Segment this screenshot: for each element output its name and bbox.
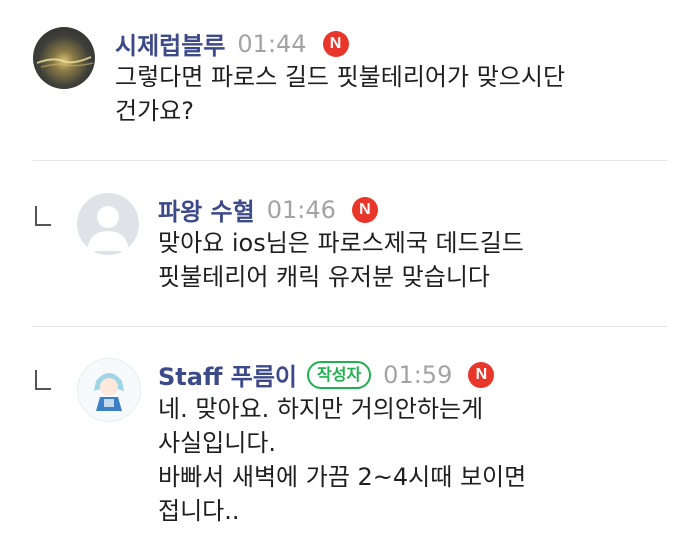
avatar[interactable]	[33, 27, 95, 89]
author-name[interactable]: 시제럽블루	[115, 26, 225, 61]
new-badge: N	[468, 361, 495, 388]
character-avatar-image	[94, 373, 124, 411]
comment-time: 01:46	[266, 195, 336, 224]
default-avatar-icon	[87, 206, 129, 251]
new-badge: N	[322, 30, 349, 57]
new-badge: N	[351, 196, 378, 223]
author-name[interactable]: Staff 푸름이	[158, 357, 297, 392]
comment-text: 네. 맞아요. 하지만 거의안하는게 사실입니다. 바빠서 새벽에 가끔 2~4…	[158, 395, 527, 525]
author-badge: 작성자	[307, 360, 372, 389]
divider	[33, 160, 667, 161]
reply-arrow-icon	[35, 370, 51, 390]
author-name[interactable]: 파왕 수혈	[158, 192, 255, 227]
divider	[33, 326, 667, 327]
reply-arrow-icon	[35, 206, 51, 226]
avatar[interactable]	[77, 193, 139, 255]
comment-text: 그렇다면 파로스 길드 핏불테리어가 맞으시단 건가요?	[115, 63, 566, 125]
avatar-image	[36, 56, 94, 68]
comment-time: 01:59	[383, 360, 453, 389]
comment-text: 맞아요 ios님은 파로스제국 데드길드 핏불테리어 캐릭 유저분 맞습니다	[158, 229, 524, 291]
comment-time: 01:44	[237, 29, 307, 58]
avatar[interactable]	[77, 358, 141, 422]
